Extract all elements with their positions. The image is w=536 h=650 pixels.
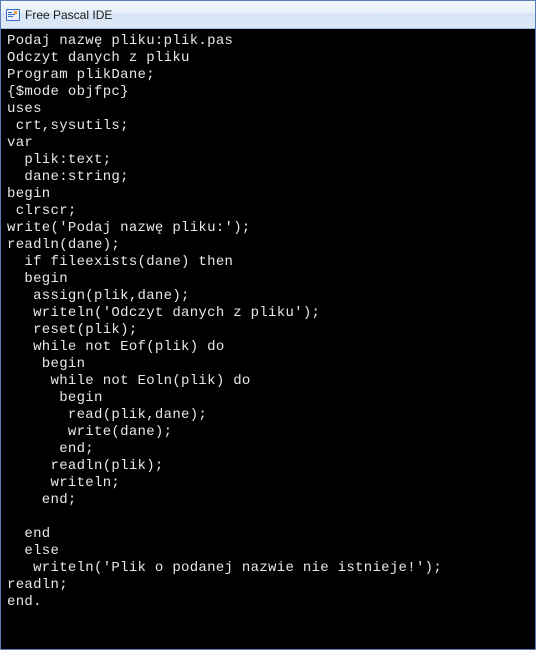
app-window: Free Pascal IDE Podaj nazwę pliku:plik.p… (0, 0, 536, 650)
titlebar[interactable]: Free Pascal IDE (1, 1, 535, 29)
window-title: Free Pascal IDE (25, 8, 112, 22)
console-output[interactable]: Podaj nazwę pliku:plik.pas Odczyt danych… (1, 29, 535, 649)
app-icon (5, 7, 21, 23)
